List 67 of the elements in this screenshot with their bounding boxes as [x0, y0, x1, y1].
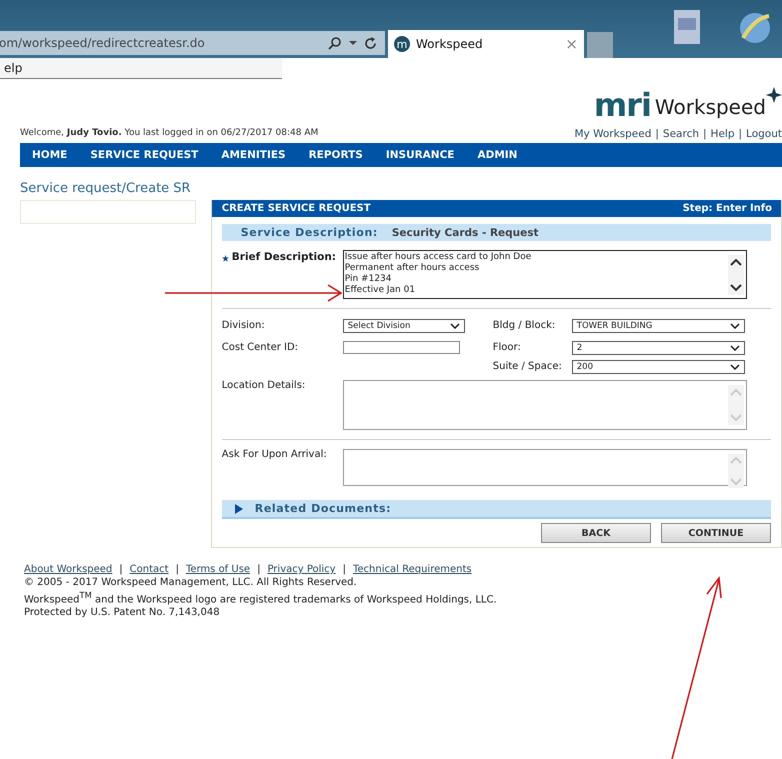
- field-label: Ask For Upon Arrival:: [222, 449, 328, 462]
- cost-center-field[interactable]: [342, 341, 460, 354]
- continue-button[interactable]: CONTINUE: [661, 523, 771, 543]
- close-icon[interactable]: ×: [565, 36, 578, 52]
- refresh-icon[interactable]: [364, 36, 377, 50]
- separator: |: [655, 128, 659, 140]
- welcome-text: Welcome, Judy Tovio. You last logged in on 06/27/2017 08:48 AM: [20, 128, 318, 138]
- field-label: Location Details:: [222, 380, 306, 393]
- footer-link[interactable]: Technical Requirements: [352, 563, 472, 576]
- brief-description-field[interactable]: Issue after hours access card to John Doe Permanent after hours access Pin #1234 Effective Jan 01: [342, 250, 747, 299]
- header-link[interactable]: Search: [662, 128, 699, 140]
- location-dropdown[interactable]: 2: [572, 340, 745, 354]
- dropdown-icon[interactable]: [349, 40, 357, 46]
- site-icon: m: [394, 36, 410, 52]
- nav-item[interactable]: INSURANCE: [386, 149, 454, 161]
- service-value: Security Cards - Request: [392, 226, 539, 238]
- workspeed-logo: mri Workspeed: [594, 90, 782, 120]
- footer-link[interactable]: Privacy Policy: [267, 563, 336, 576]
- field-label: Cost Center ID:: [222, 342, 300, 353]
- field-label: Bldg / Block:: [492, 320, 556, 331]
- separator: |: [703, 128, 707, 140]
- ask-for-field[interactable]: [342, 449, 747, 486]
- browser-tab[interactable]: m Workspeed ×: [388, 30, 584, 58]
- field-label: Division:: [222, 320, 266, 331]
- chevron-icon: [450, 322, 460, 328]
- footer-link[interactable]: Terms of Use: [186, 563, 250, 576]
- footer-link[interactable]: About Workspeed: [24, 563, 112, 576]
- search-icon[interactable]: [328, 36, 342, 50]
- chevron-icon: [730, 344, 740, 350]
- nav-item[interactable]: HOME: [32, 149, 68, 161]
- nav-item[interactable]: REPORTS: [308, 149, 363, 161]
- nav-item[interactable]: AMENITIES: [221, 149, 286, 161]
- section-label: Service Description:: [240, 226, 378, 239]
- footer-text: © 2005 - 2017 Workspeed Management, LLC. All Rights Reserved.: [24, 576, 358, 589]
- header-link[interactable]: Help: [710, 128, 734, 140]
- field-label: Suite / Space:: [492, 361, 563, 372]
- menu-item[interactable]: elp: [4, 61, 22, 75]
- separator: |: [342, 563, 346, 576]
- related-documents-toggle[interactable]: Related Documents:: [222, 500, 771, 519]
- footer-text: Protected by U.S. Patent No. 7,143,048: [24, 606, 221, 620]
- back-button[interactable]: BACK: [541, 523, 651, 543]
- tab-title: Workspeed: [416, 37, 484, 51]
- scroll-arrows-icon[interactable]: [728, 255, 744, 295]
- location-dropdown[interactable]: TOWER BUILDING: [572, 318, 745, 332]
- step-label: Step: Enter Info: [682, 203, 772, 214]
- separator: |: [257, 563, 260, 576]
- field-label: Brief Description:: [232, 251, 336, 265]
- separator: |: [119, 563, 123, 576]
- chevron-icon: [730, 364, 740, 370]
- nav-item[interactable]: SERVICE REQUEST: [90, 149, 198, 161]
- address-bar[interactable]: om/workspeed/redirectcreatesr.do: [0, 31, 385, 55]
- separator: |: [738, 128, 742, 140]
- panel-title: CREATE SERVICE REQUEST: [222, 203, 371, 214]
- footer-link[interactable]: Contact: [130, 563, 169, 576]
- separator: |: [176, 563, 179, 576]
- expand-icon: [234, 504, 243, 514]
- footer-text: Workspeed$^{TM}$ and the Workspeed logo are registered trademarks of Workspeed Holdings, LLC.: [24, 589, 498, 606]
- field-label: Floor:: [492, 342, 522, 353]
- location-dropdown[interactable]: 200: [572, 360, 745, 374]
- page-title: Service request/Create SR: [20, 181, 192, 196]
- header-link[interactable]: Logout: [746, 128, 782, 140]
- header-link[interactable]: My Workspeed: [574, 128, 652, 140]
- required-icon: [222, 255, 229, 262]
- nav-item[interactable]: ADMIN: [477, 149, 518, 161]
- chevron-icon: [730, 322, 740, 328]
- location-details-field[interactable]: [342, 380, 747, 430]
- division-dropdown[interactable]: Select Division: [342, 318, 465, 332]
